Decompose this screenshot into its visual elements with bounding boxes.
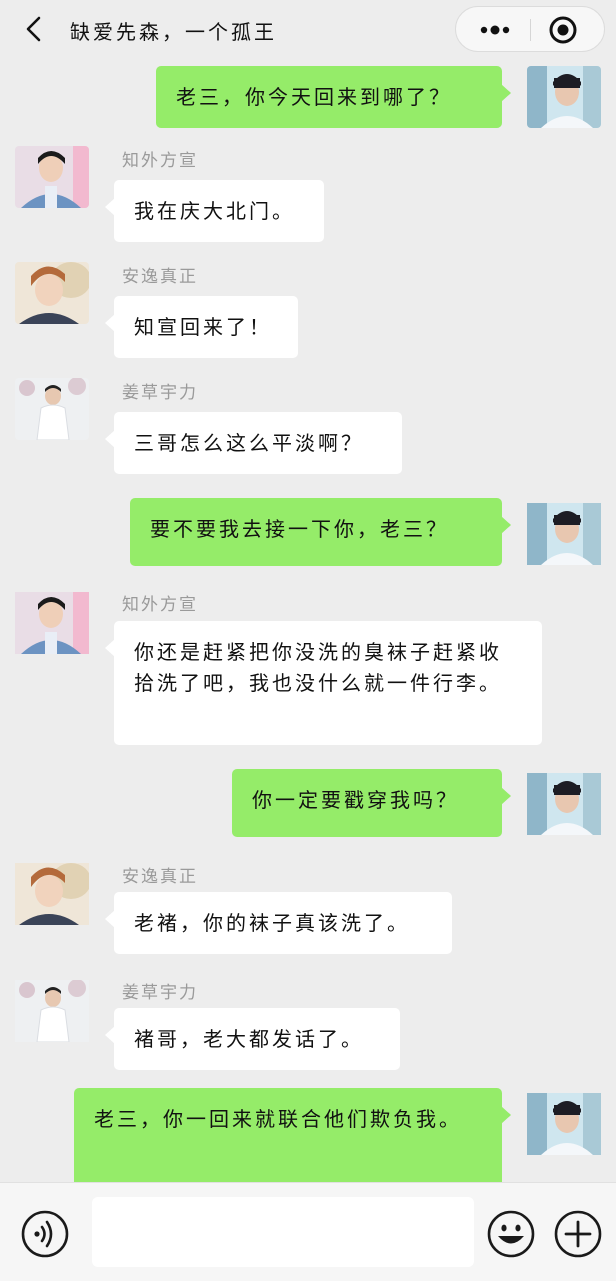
message-bubble[interactable]: 褚哥，老大都发话了。 (105, 1008, 400, 1070)
avatar-zhiwai[interactable] (15, 586, 89, 660)
message-incoming: 安逸真正 老褚，你的袜子真该洗了。 (0, 858, 616, 968)
avatar-zhiwai[interactable] (15, 146, 89, 208)
message-incoming: 知外方宣 你还是赶紧把你没洗的臭袜子赶紧收拾洗了吧，我也没什么就一件行李。 (0, 586, 616, 752)
capsule-divider (530, 19, 531, 41)
chevron-left-icon (26, 16, 41, 42)
title-bar: 缺爱先森，一个孤王 (0, 0, 616, 58)
self-avatar[interactable] (527, 1088, 601, 1160)
target-close-icon (549, 16, 577, 44)
sender-name: 知外方宣 (122, 151, 198, 171)
message-input[interactable] (92, 1197, 474, 1267)
message-list[interactable]: 老三，你今天回来到哪了？ 知外方宣 我在庆大北门。 安逸真正 知宣回来了！ 姜草… (0, 58, 616, 1182)
sender-name: 姜草宇力 (122, 383, 198, 403)
message-incoming: 姜草宇力 三哥怎么这么平淡啊？ (0, 378, 616, 488)
message-bubble[interactable]: 老褚，你的袜子真该洗了。 (105, 892, 452, 954)
close-button[interactable] (546, 13, 580, 47)
message-bubble[interactable]: 你还是赶紧把你没洗的臭袜子赶紧收拾洗了吧，我也没什么就一件行李。 (105, 621, 542, 745)
sender-name: 姜草宇力 (122, 983, 198, 1003)
self-avatar[interactable] (527, 66, 601, 128)
more-button[interactable] (470, 15, 520, 45)
message-incoming: 姜草宇力 褚哥，老大都发话了。 (0, 974, 616, 1084)
message-outgoing: 要不要我去接一下你，老三？ (0, 490, 616, 570)
message-bubble[interactable]: 老三，你今天回来到哪了？ (156, 66, 511, 128)
avatar-anyi[interactable] (15, 262, 89, 324)
avatar-anyi[interactable] (15, 858, 89, 930)
self-avatar[interactable] (527, 498, 601, 570)
mini-program-capsule (455, 6, 605, 52)
message-outgoing: 老三，你今天回来到哪了？ (0, 58, 616, 136)
plus-icon (554, 1210, 602, 1258)
message-bubble[interactable]: 我在庆大北门。 (105, 180, 324, 242)
voice-button[interactable] (20, 1209, 70, 1259)
chat-title: 缺爱先森，一个孤王 (70, 20, 277, 44)
more-dots-icon (480, 25, 510, 35)
message-incoming: 安逸真正 知宣回来了！ (0, 262, 616, 372)
message-incoming: 知外方宣 我在庆大北门。 (0, 146, 616, 256)
emoji-icon (487, 1210, 535, 1258)
input-bar (0, 1182, 616, 1281)
message-bubble[interactable]: 老三，你一回来就联合他们欺负我。 (74, 1088, 511, 1182)
message-bubble[interactable]: 三哥怎么这么平淡啊？ (105, 412, 402, 474)
emoji-button[interactable] (486, 1209, 536, 1259)
self-avatar[interactable] (527, 768, 601, 840)
message-bubble[interactable]: 知宣回来了！ (105, 296, 298, 358)
sender-name: 安逸真正 (122, 867, 198, 887)
message-bubble[interactable]: 你一定要戳穿我吗？ (232, 769, 511, 837)
message-outgoing: 你一定要戳穿我吗？ (0, 760, 616, 840)
sender-name: 知外方宣 (122, 595, 198, 615)
message-bubble[interactable]: 要不要我去接一下你，老三？ (130, 498, 511, 566)
back-button[interactable] (20, 14, 50, 44)
sender-name: 安逸真正 (122, 267, 198, 287)
avatar-jiangcao[interactable] (15, 378, 89, 440)
message-outgoing: 老三，你一回来就联合他们欺负我。 (0, 1080, 616, 1182)
plus-button[interactable] (553, 1209, 603, 1259)
avatar-jiangcao[interactable] (15, 974, 89, 1048)
voice-icon (21, 1210, 69, 1258)
